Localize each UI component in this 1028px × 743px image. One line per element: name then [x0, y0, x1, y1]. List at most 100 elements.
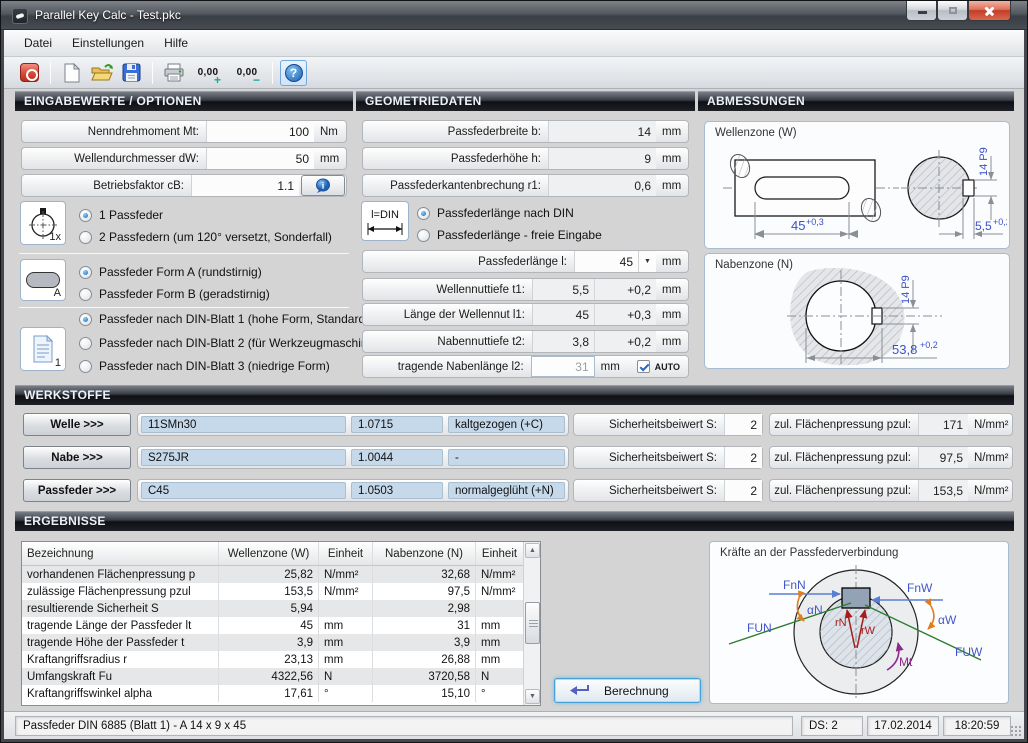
- radio-icon: [79, 288, 92, 301]
- decimals-decrease-button[interactable]: 0,00 −: [229, 60, 265, 86]
- nabenlaenge-input[interactable]: 31: [531, 356, 595, 377]
- field-wellennuttiefe: Wellennuttiefe t1: 5,5 +0,2 mm: [362, 278, 689, 301]
- welle-material-button[interactable]: Welle >>>: [23, 413, 131, 436]
- nenndrehmoment-input[interactable]: 100: [206, 121, 314, 142]
- print-button[interactable]: [160, 60, 187, 86]
- svg-text:FnN: FnN: [783, 578, 806, 592]
- open-folder-icon: [91, 63, 113, 82]
- nabe-material-fields: S275JR 1.0044 -: [137, 446, 569, 469]
- svg-text:αW: αW: [938, 613, 957, 627]
- close-button[interactable]: [968, 1, 1011, 21]
- radio-laenge-din[interactable]: Passfederlänge nach DIN: [417, 206, 574, 220]
- nabe-pzul-value: 97,5: [918, 447, 968, 468]
- field-label: tragende Nabenlänge l2:: [363, 361, 531, 373]
- maximize-button[interactable]: [937, 1, 968, 21]
- radio-icon: [79, 231, 92, 244]
- svg-text:rW: rW: [861, 625, 876, 637]
- radio-din-blatt-2[interactable]: Passfeder nach DIN-Blatt 2 (für Werkzeug…: [79, 336, 385, 350]
- menu-datei[interactable]: Datei: [14, 32, 62, 54]
- auto-checkbox[interactable]: [637, 360, 650, 373]
- passfeder-material-button[interactable]: Passfeder >>>: [23, 479, 131, 502]
- resize-grip[interactable]: [1011, 726, 1021, 736]
- table-scrollbar[interactable]: ▲ ▼: [523, 542, 540, 705]
- column-header: Wellenzone (W): [219, 542, 319, 565]
- panel-title-eingabe: EINGABEWERTE / OPTIONEN: [15, 91, 353, 111]
- radio-label: Passfeder Form A (rundstirnig): [99, 265, 262, 279]
- title-bar[interactable]: Parallel Key Calc - Test.pkc: [1, 1, 1027, 30]
- open-file-button[interactable]: [88, 60, 115, 86]
- material-treatment: normalgeglüht (+N): [448, 482, 565, 499]
- svg-text:rN: rN: [835, 617, 847, 629]
- svg-text:+0,2: +0,2: [920, 340, 938, 350]
- field-nabenlaenge: tragende Nabenlänge l2: 31 mm AUTO: [362, 355, 689, 378]
- toolbar-separator: [50, 62, 51, 84]
- field-unit: N/mm²: [968, 452, 1012, 464]
- radio-din-blatt-1[interactable]: Passfeder nach DIN-Blatt 1 (hohe Form, S…: [79, 312, 369, 326]
- betriebsfaktor-input[interactable]: 1.1: [191, 175, 299, 196]
- scroll-thumb[interactable]: [525, 602, 540, 644]
- chevron-down-icon[interactable]: ▼: [638, 251, 656, 272]
- laenge-mode-icon-box: l=DIN: [361, 201, 409, 241]
- radio-form-b[interactable]: Passfeder Form B (geradstirnig): [79, 287, 270, 301]
- nabennuttiefe-tolerance: +0,2: [594, 331, 656, 352]
- nabe-sicherheit-input[interactable]: 2: [724, 447, 762, 468]
- betriebsfaktor-info-button[interactable]: i: [301, 175, 345, 196]
- radio-2-passfedern[interactable]: 2 Passfedern (um 120° versetzt, Sonderfa…: [79, 230, 332, 244]
- radio-laenge-frei[interactable]: Passfederlänge - freie Eingabe: [417, 228, 602, 242]
- field-unit: N/mm²: [968, 485, 1012, 497]
- auto-label: AUTO: [655, 362, 680, 372]
- decimals-increase-button[interactable]: 0,00 +: [190, 60, 226, 86]
- column-header: Einheit: [476, 542, 523, 565]
- enter-arrow-icon: [568, 684, 590, 697]
- welle-pzul-row: zul. Flächenpressung pzul: 171 N/mm²: [769, 413, 1013, 436]
- field-unit: mm: [656, 256, 688, 268]
- passfederlaenge-combobox[interactable]: 45: [574, 251, 638, 272]
- laenge-wellennut-tolerance: +0,3: [594, 304, 656, 325]
- save-file-button[interactable]: [118, 60, 145, 86]
- field-kantenbrechung: Passfederkantenbrechung r1: 0,6 mm: [362, 174, 689, 197]
- results-table-header: Bezeichnung Wellenzone (W) Einheit Naben…: [22, 542, 540, 566]
- radio-din-blatt-3[interactable]: Passfeder nach DIN-Blatt 3 (niedrige For…: [79, 359, 330, 373]
- berechnung-button[interactable]: Berechnung: [554, 678, 701, 703]
- minimize-button[interactable]: [906, 1, 937, 21]
- new-file-icon: [63, 63, 81, 83]
- field-label: Sicherheitsbeiwert S:: [574, 485, 724, 497]
- svg-text:FnW: FnW: [907, 581, 933, 595]
- menu-hilfe[interactable]: Hilfe: [154, 32, 198, 54]
- welle-sicherheit-input[interactable]: 2: [724, 414, 762, 435]
- radio-icon: [79, 337, 92, 350]
- svg-text:αN: αN: [807, 603, 823, 617]
- field-unit: mm: [595, 361, 623, 373]
- new-file-button[interactable]: [58, 60, 85, 86]
- field-label: Nabennuttiefe t2:: [363, 336, 532, 348]
- nabe-pzul-row: zul. Flächenpressung pzul: 97,5 N/mm²: [769, 446, 1013, 469]
- radio-label: 2 Passfedern (um 120° versetzt, Sonderfa…: [99, 230, 332, 244]
- wellendurchmesser-input[interactable]: 50: [206, 148, 314, 169]
- field-unit: mm: [656, 309, 688, 321]
- wellennuttiefe-tolerance: +0,2: [594, 279, 656, 300]
- field-unit: mm: [656, 153, 688, 165]
- menu-einstellungen[interactable]: Einstellungen: [62, 32, 154, 54]
- scroll-up-icon[interactable]: ▲: [525, 543, 540, 558]
- nabe-material-button[interactable]: Nabe >>>: [23, 446, 131, 469]
- passfederhoehe-value: 9: [548, 148, 656, 169]
- field-laenge-wellennut: Länge der Wellennut l1: 45 +0,3 mm: [362, 303, 689, 326]
- wellenzone-drawing: 45 +0,3 14 P9 5,5 +0,2: [707, 142, 1007, 248]
- maximize-icon: [949, 7, 957, 14]
- scroll-down-icon[interactable]: ▼: [525, 689, 540, 704]
- radio-1-passfeder[interactable]: 1 Passfeder: [79, 208, 163, 222]
- column-header: Bezeichnung: [22, 542, 219, 565]
- exit-button[interactable]: [16, 60, 43, 86]
- kraefte-title: Kräfte an der Passfederverbindung: [720, 547, 898, 559]
- status-document: Passfeder DIN 6885 (Blatt 1) - A 14 x 9 …: [15, 716, 793, 736]
- nabenzone-drawing: 14 P9 53,8 +0,2: [707, 268, 1007, 368]
- radio-form-a[interactable]: Passfeder Form A (rundstirnig): [79, 265, 262, 279]
- passfeder-pzul-value: 153,5: [918, 480, 968, 501]
- help-button[interactable]: ?: [280, 60, 307, 86]
- field-unit: mm: [656, 336, 688, 348]
- field-betriebsfaktor: Betriebsfaktor cB: 1.1 i: [21, 174, 347, 197]
- field-passfederbreite: Passfederbreite b: 14 mm: [362, 120, 689, 143]
- radio-label: Passfederlänge - freie Eingabe: [437, 228, 602, 242]
- status-date: 17.02.2014: [867, 716, 939, 736]
- passfeder-sicherheit-input[interactable]: 2: [724, 480, 762, 501]
